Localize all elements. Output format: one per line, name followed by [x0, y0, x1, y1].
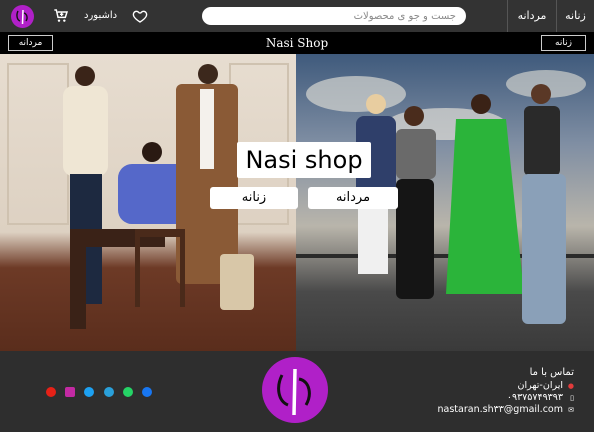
email-text[interactable]: nastaran.sh۳۳@gmail.com	[438, 404, 563, 415]
location-text: ایران-تهران	[517, 380, 563, 391]
telegram-icon[interactable]	[104, 387, 114, 397]
hero-title: Nasi shop	[237, 142, 371, 178]
nav-men-link[interactable]: مردانه	[507, 0, 556, 32]
email-row: ✉ nastaran.sh۳۳@gmail.com	[414, 404, 574, 416]
nav-women-link[interactable]: زنانه	[556, 0, 594, 32]
heart-icon[interactable]	[132, 8, 148, 24]
location-row: ● ایران-تهران	[414, 380, 574, 392]
shop-title: Nasi Shop	[265, 36, 329, 50]
cart-icon[interactable]	[53, 8, 69, 24]
logo-mark-icon	[277, 368, 311, 416]
whatsapp-icon[interactable]	[123, 387, 133, 397]
location-pin-icon: ●	[567, 382, 574, 390]
top-navbar: زنانه مردانه داشبورد	[0, 0, 594, 32]
logo-mark-icon	[16, 9, 28, 25]
hero-men-button[interactable]: مردانه	[308, 187, 398, 209]
phone-text: ۰۹۳۷۵۷۴۹۳۹۳	[506, 392, 563, 403]
youtube-icon[interactable]	[46, 387, 56, 397]
mail-icon: ✉	[568, 406, 574, 414]
footer: تماس با ما ● ایران-تهران ▯ ۰۹۳۷۵۷۴۹۳۹۳ ✉ na…	[0, 351, 594, 432]
facebook-icon[interactable]	[142, 387, 152, 397]
contact-title: تماس با ما	[529, 367, 574, 378]
brand-logo[interactable]	[11, 5, 34, 28]
hero-women-button[interactable]: زنانه	[210, 187, 298, 209]
phone-row: ▯ ۰۹۳۷۵۷۴۹۳۹۳	[414, 392, 574, 404]
phone-icon: ▯	[570, 394, 574, 402]
category-bar: مردانه Nasi Shop زنانه	[0, 32, 594, 54]
contact-info: تماس با ما ● ایران-تهران ▯ ۰۹۳۷۵۷۴۹۳۹۳ ✉ na…	[414, 367, 574, 416]
hero-banner: Nasi shop زنانه مردانه	[0, 54, 594, 351]
dashboard-link[interactable]: داشبورد	[84, 0, 117, 32]
footer-logo[interactable]	[262, 357, 328, 423]
women-button[interactable]: زنانه	[541, 35, 586, 51]
search-input[interactable]	[202, 7, 466, 25]
twitter-icon[interactable]	[84, 387, 94, 397]
instagram-icon[interactable]	[65, 387, 75, 397]
